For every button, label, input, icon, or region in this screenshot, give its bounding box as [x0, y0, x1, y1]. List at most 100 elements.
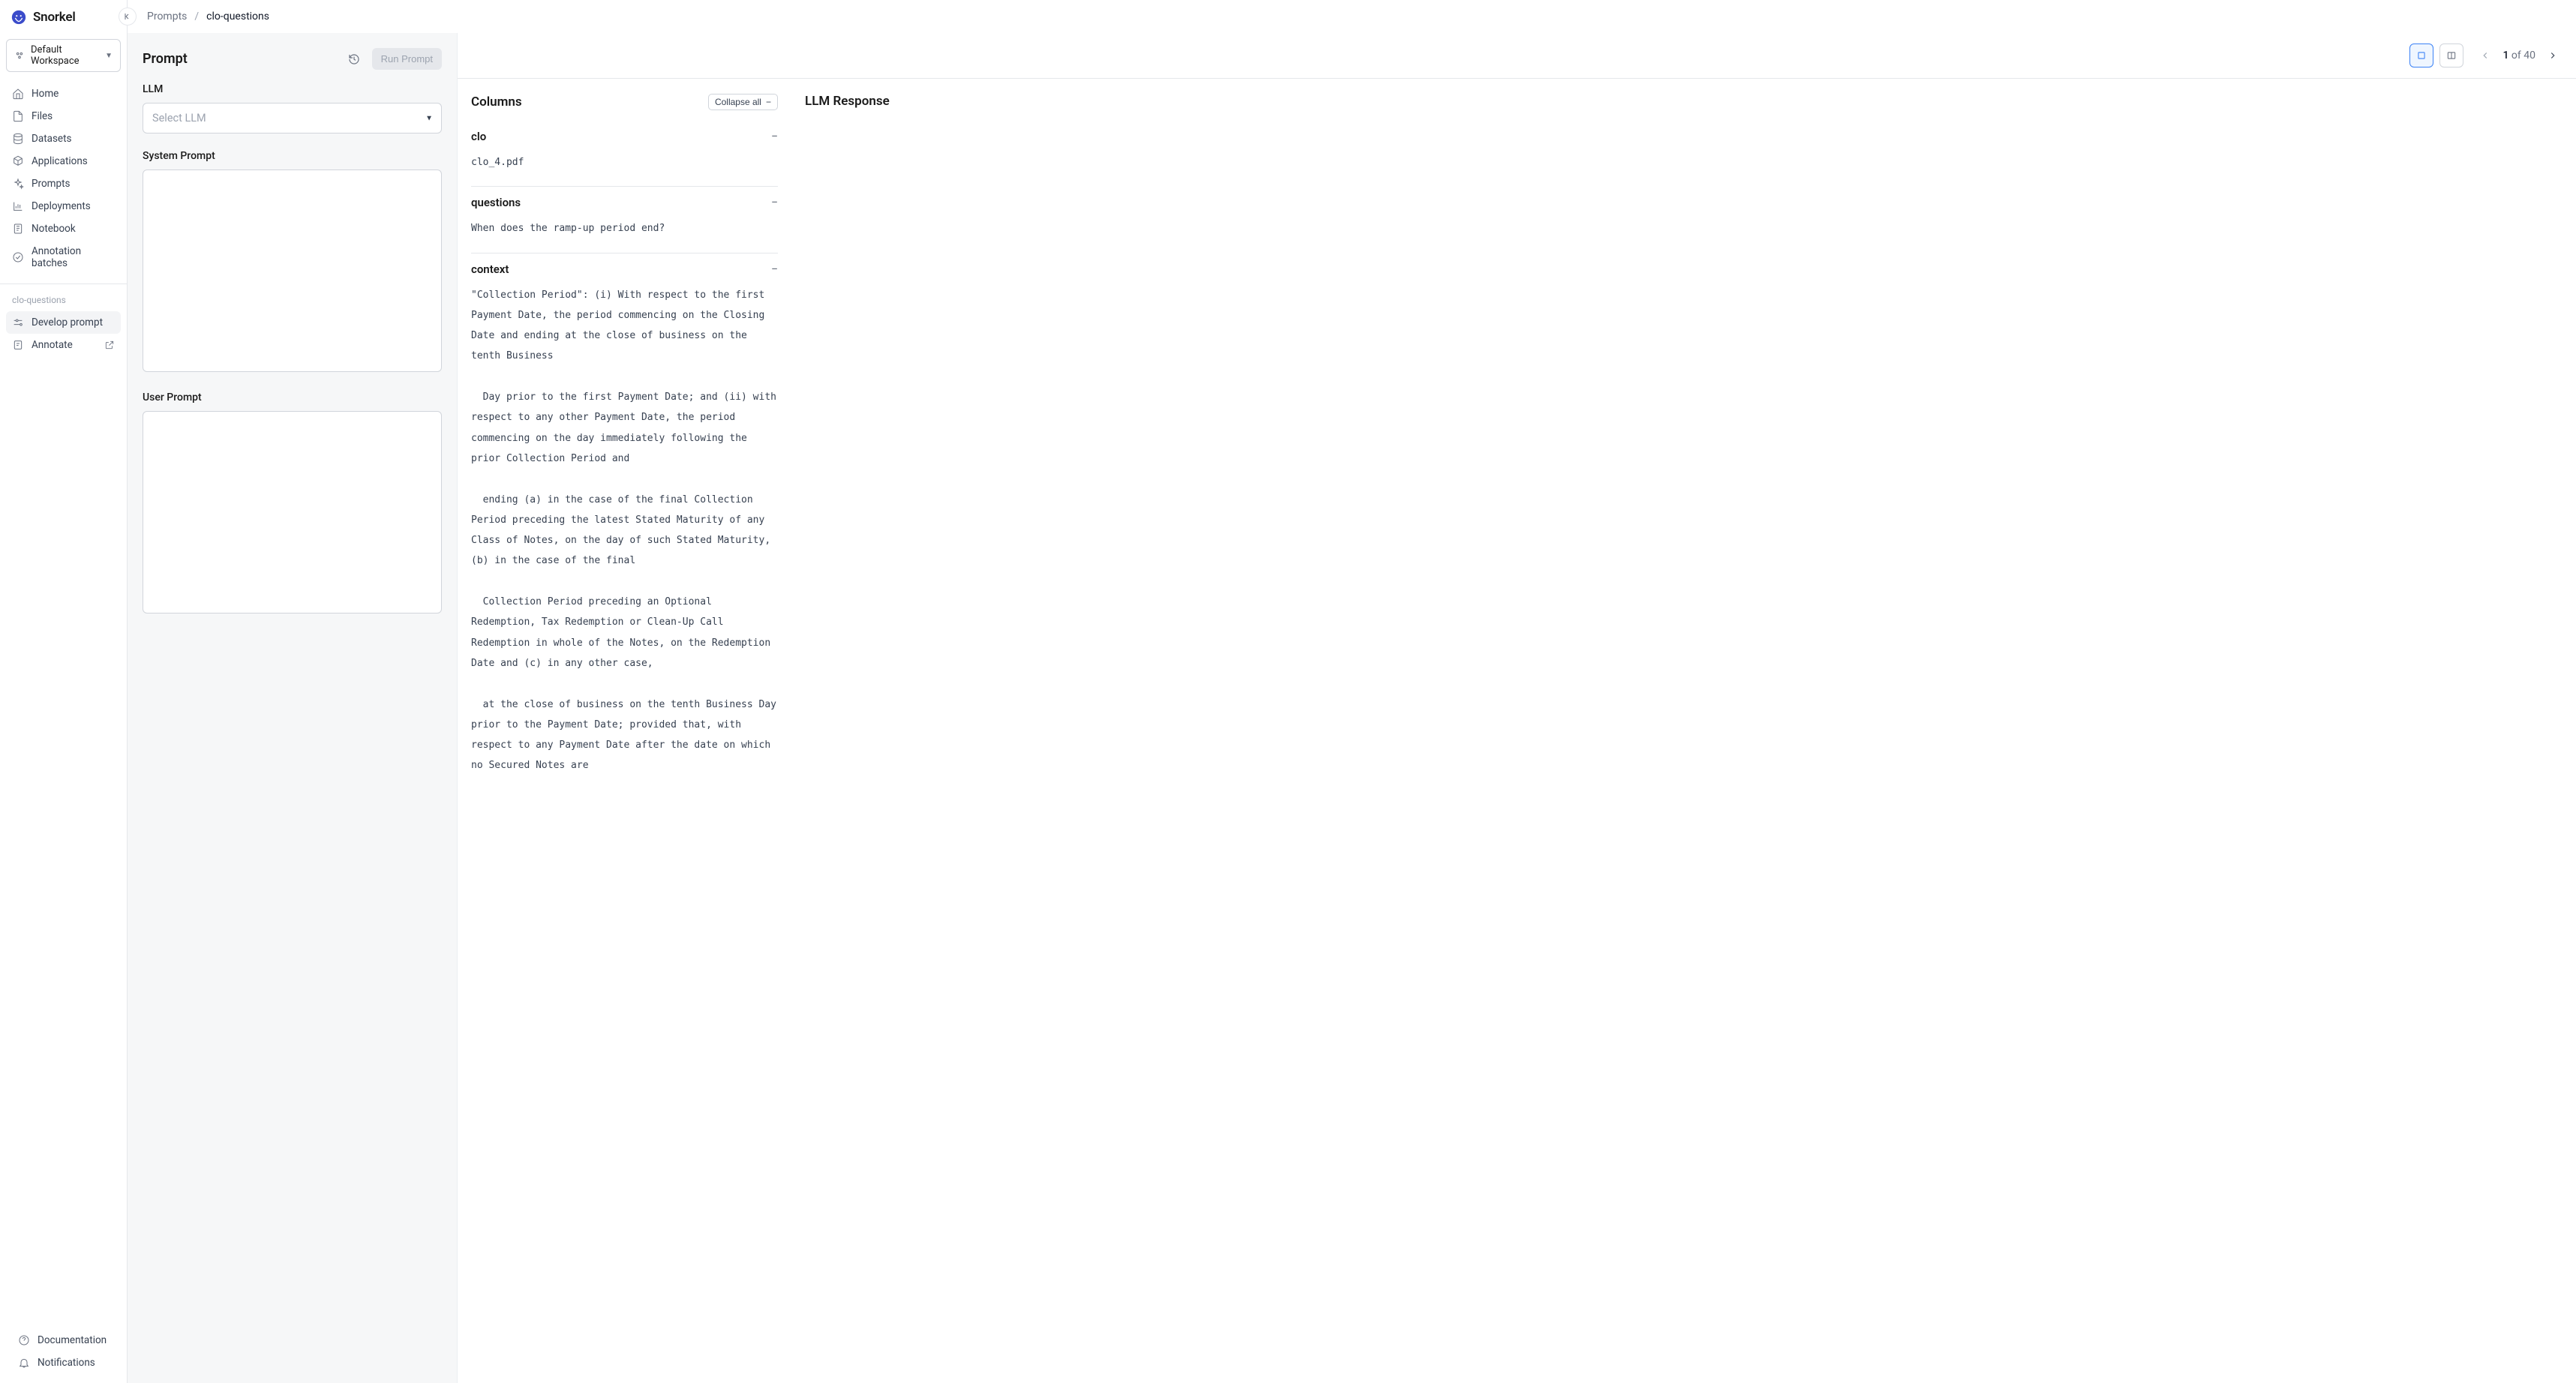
- nav-prompts[interactable]: Prompts: [6, 172, 121, 195]
- columns-pane: Columns Collapse all − clo − clo_4.: [458, 79, 791, 1383]
- nav-notifications[interactable]: Notifications: [12, 1352, 115, 1374]
- pager-prev-button[interactable]: [2477, 47, 2493, 64]
- sparkle-icon: [12, 178, 24, 190]
- topbar: Prompts / clo-questions: [128, 0, 2576, 33]
- nav-label: Deployments: [32, 200, 91, 212]
- nav-label: Develop prompt: [32, 316, 103, 328]
- nav-datasets[interactable]: Datasets: [6, 128, 121, 150]
- history-icon: [348, 53, 360, 65]
- minus-icon: −: [771, 263, 778, 275]
- sidebar-footer: Documentation Notifications: [0, 1323, 127, 1383]
- notebook-icon: [12, 223, 24, 235]
- annotate-icon: [12, 339, 24, 351]
- columns-title: Columns: [471, 94, 522, 110]
- data-panel: 1 of 40 Columns: [458, 33, 2576, 1383]
- main: Prompts / clo-questions Prompt Run Promp…: [128, 0, 2576, 1383]
- nav-applications[interactable]: Applications: [6, 150, 121, 172]
- brand-name: Snorkel: [33, 10, 76, 25]
- collapse-all-button[interactable]: Collapse all −: [708, 94, 778, 110]
- section-label: clo-questions: [0, 290, 127, 308]
- pager-total: 40: [2523, 50, 2535, 62]
- columns-header: Columns Collapse all −: [471, 94, 778, 110]
- square-icon: [2416, 50, 2427, 61]
- llm-select[interactable]: Select LLM ▼: [143, 103, 442, 134]
- system-prompt-label: System Prompt: [143, 150, 442, 162]
- breadcrumb-separator: /: [194, 10, 199, 22]
- column-content: clo_4.pdf: [471, 152, 778, 172]
- nav-home[interactable]: Home: [6, 82, 121, 105]
- run-prompt-button[interactable]: Run Prompt: [372, 48, 442, 70]
- sidebar-header: Snorkel: [0, 0, 127, 34]
- workspace-icon: [14, 50, 25, 61]
- nav-annotate[interactable]: Annotate: [6, 334, 121, 356]
- nav-documentation[interactable]: Documentation: [12, 1329, 115, 1352]
- data-body: Columns Collapse all − clo − clo_4.: [458, 79, 2576, 1383]
- nav-label: Datasets: [32, 133, 71, 145]
- nav-annotation-batches[interactable]: Annotation batches: [6, 240, 121, 274]
- breadcrumb: Prompts / clo-questions: [147, 10, 269, 22]
- columns-icon: [2446, 50, 2457, 61]
- primary-nav: Home Files Datasets Applications Prompts…: [0, 80, 127, 278]
- section-nav: Develop prompt Annotate: [0, 308, 127, 359]
- nav-files[interactable]: Files: [6, 105, 121, 128]
- user-prompt-input[interactable]: [143, 411, 442, 614]
- workspace-selector[interactable]: Default Workspace ▼: [6, 39, 121, 72]
- column-block-clo: clo − clo_4.pdf: [471, 121, 778, 187]
- column-head[interactable]: questions −: [471, 196, 778, 209]
- minus-icon: −: [771, 196, 778, 208]
- nav-label: Home: [32, 88, 59, 100]
- pager: 1 of 40: [2477, 47, 2561, 64]
- column-name: clo: [471, 130, 486, 143]
- history-button[interactable]: [344, 49, 365, 70]
- column-name: questions: [471, 196, 521, 209]
- prompt-panel-header: Prompt Run Prompt: [143, 48, 442, 70]
- column-head[interactable]: clo −: [471, 130, 778, 143]
- cube-icon: [12, 155, 24, 167]
- file-icon: [12, 110, 24, 122]
- workspace-label: Default Workspace: [31, 44, 99, 67]
- chevron-left-bar-icon: [123, 12, 132, 21]
- user-prompt-label: User Prompt: [143, 392, 442, 404]
- pager-text: 1 of 40: [2502, 50, 2535, 62]
- view-split-button[interactable]: [2439, 44, 2463, 68]
- nav-deployments[interactable]: Deployments: [6, 195, 121, 218]
- sliders-icon: [12, 316, 24, 328]
- nav-develop-prompt[interactable]: Develop prompt: [6, 311, 121, 334]
- nav-label: Files: [32, 110, 53, 122]
- collapse-all-label: Collapse all: [715, 97, 761, 107]
- prompt-title: Prompt: [143, 51, 188, 67]
- llm-response-title: LLM Response: [805, 94, 2562, 109]
- content: Prompt Run Prompt LLM Select LLM ▼ Syste…: [128, 33, 2576, 1383]
- column-content: When does the ramp-up period end?: [471, 218, 778, 238]
- column-name: context: [471, 262, 509, 276]
- view-single-button[interactable]: [2409, 44, 2433, 68]
- breadcrumb-current: clo-questions: [206, 10, 269, 22]
- nav-label: Documentation: [38, 1334, 107, 1346]
- system-prompt-input[interactable]: [143, 170, 442, 372]
- pager-next-button[interactable]: [2544, 47, 2561, 64]
- bell-icon: [18, 1357, 30, 1369]
- breadcrumb-root[interactable]: Prompts: [147, 10, 187, 22]
- column-head[interactable]: context −: [471, 262, 778, 276]
- chevron-right-icon: [2547, 50, 2558, 61]
- nav-label: Annotate: [32, 339, 73, 351]
- nav-label: Prompts: [32, 178, 70, 190]
- llm-select-input[interactable]: Select LLM: [143, 103, 442, 134]
- home-icon: [12, 88, 24, 100]
- collapse-sidebar-button[interactable]: [119, 8, 137, 26]
- nav-label: Notifications: [38, 1357, 95, 1369]
- chart-icon: [12, 200, 24, 212]
- help-icon: [18, 1334, 30, 1346]
- column-content: "Collection Period": (i) With respect to…: [471, 285, 778, 776]
- nav-label: Applications: [32, 155, 88, 167]
- llm-response-pane: LLM Response: [791, 79, 2576, 1383]
- nav-notebook[interactable]: Notebook: [6, 218, 121, 240]
- llm-label: LLM: [143, 83, 442, 95]
- chevron-left-icon: [2480, 50, 2490, 61]
- sidebar: Snorkel Default Workspace ▼ Home Files D…: [0, 0, 128, 1383]
- nav-label: Notebook: [32, 223, 76, 235]
- check-circle-icon: [12, 251, 24, 263]
- database-icon: [12, 133, 24, 145]
- chevron-down-icon: ▼: [105, 52, 113, 60]
- external-link-icon: [104, 340, 115, 350]
